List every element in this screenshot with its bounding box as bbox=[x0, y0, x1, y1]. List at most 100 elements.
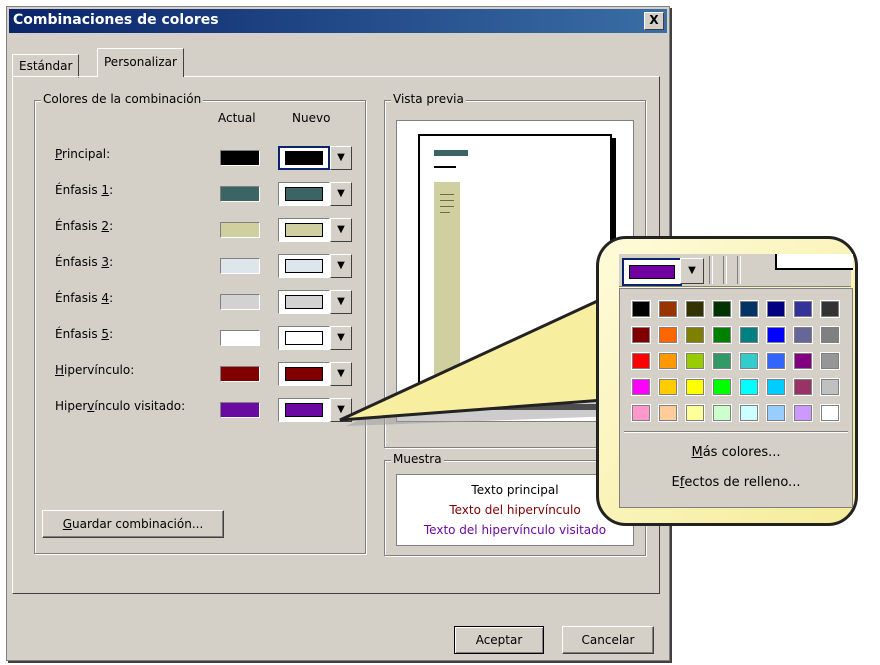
combo-box[interactable] bbox=[278, 398, 330, 422]
current-swatch-accent-4 bbox=[220, 294, 260, 310]
new-color-combo-accent-3[interactable]: ▼ bbox=[278, 254, 352, 278]
palette-color-cell[interactable] bbox=[631, 352, 651, 370]
palette-color-cell[interactable] bbox=[685, 326, 705, 344]
dialog-title: Combinaciones de colores bbox=[13, 12, 219, 28]
more-colors-item[interactable]: Más colores... bbox=[620, 445, 852, 460]
cancel-button[interactable]: Cancelar bbox=[562, 626, 654, 654]
palette-color-cell[interactable] bbox=[658, 300, 678, 318]
palette-color-cell[interactable] bbox=[793, 404, 813, 422]
sample-visited-text: Texto del hipervínculo visitado bbox=[423, 523, 607, 537]
preview-heading-bar bbox=[434, 150, 468, 156]
palette-color-cell[interactable] bbox=[712, 326, 732, 344]
palette-color-cell[interactable] bbox=[658, 352, 678, 370]
new-swatch-accent-4 bbox=[285, 295, 323, 309]
palette-color-cell[interactable] bbox=[739, 300, 759, 318]
dropdown-arrow-icon[interactable]: ▼ bbox=[330, 218, 352, 242]
current-swatch-accent-1 bbox=[220, 186, 260, 202]
new-swatch-accent-3 bbox=[285, 259, 323, 273]
save-scheme-button[interactable]: Guardar combinación... bbox=[42, 510, 224, 538]
preview-text-line bbox=[440, 194, 454, 195]
popup-color-combo[interactable] bbox=[622, 258, 682, 286]
palette-color-cell[interactable] bbox=[820, 378, 840, 396]
dropdown-arrow-icon[interactable]: ▼ bbox=[330, 254, 352, 278]
palette-color-cell[interactable] bbox=[739, 404, 759, 422]
dropdown-arrow-icon[interactable]: ▼ bbox=[330, 326, 352, 350]
toolbar-separator bbox=[723, 256, 727, 284]
palette-color-cell[interactable] bbox=[793, 326, 813, 344]
palette-color-cell[interactable] bbox=[820, 300, 840, 318]
palette-color-cell[interactable] bbox=[712, 352, 732, 370]
palette-color-cell[interactable] bbox=[712, 404, 732, 422]
palette-color-cell[interactable] bbox=[631, 404, 651, 422]
row-label-visited-hyperlink: Hipervínculo visitado: bbox=[55, 399, 186, 413]
new-color-combo-accent-1[interactable]: ▼ bbox=[278, 182, 352, 206]
combo-box[interactable] bbox=[278, 182, 330, 206]
new-swatch-accent-5 bbox=[285, 331, 323, 345]
combo-box[interactable] bbox=[278, 290, 330, 314]
palette-color-cell[interactable] bbox=[793, 300, 813, 318]
palette-color-cell[interactable] bbox=[658, 378, 678, 396]
new-color-combo-visited-hyperlink[interactable]: ▼ bbox=[278, 398, 352, 422]
current-column-header: Actual bbox=[218, 111, 256, 125]
combo-box[interactable] bbox=[278, 218, 330, 242]
dropdown-arrow-icon[interactable]: ▼ bbox=[330, 398, 352, 422]
dropdown-arrow-icon[interactable]: ▼ bbox=[330, 146, 352, 170]
toolbar-separator bbox=[709, 256, 713, 284]
palette-color-cell[interactable] bbox=[739, 352, 759, 370]
preview-text-line bbox=[440, 212, 450, 213]
popup-dropdown-arrow-icon[interactable]: ▼ bbox=[680, 258, 704, 284]
palette-color-cell[interactable] bbox=[820, 404, 840, 422]
combo-box[interactable] bbox=[278, 146, 330, 170]
palette-color-cell[interactable] bbox=[685, 404, 705, 422]
palette-color-cell[interactable] bbox=[820, 326, 840, 344]
title-bar[interactable]: Combinaciones de colores X bbox=[9, 9, 667, 33]
new-color-combo-accent-2[interactable]: ▼ bbox=[278, 218, 352, 242]
new-color-combo-hyperlink[interactable]: ▼ bbox=[278, 362, 352, 386]
palette-color-cell[interactable] bbox=[739, 326, 759, 344]
palette-color-cell[interactable] bbox=[712, 300, 732, 318]
combo-box[interactable] bbox=[278, 326, 330, 350]
palette-color-cell[interactable] bbox=[766, 300, 786, 318]
dropdown-arrow-icon[interactable]: ▼ bbox=[330, 362, 352, 386]
palette-color-cell[interactable] bbox=[766, 352, 786, 370]
fill-effects-item[interactable]: Efectos de relleno... bbox=[620, 475, 852, 490]
new-swatch-visited-hyperlink bbox=[285, 403, 323, 417]
color-picker-popup: ▼ Más colores... Efectos de relleno... bbox=[619, 254, 853, 508]
row-label-principal: Principal: bbox=[55, 147, 111, 161]
combo-box[interactable] bbox=[278, 362, 330, 386]
new-color-combo-accent-5[interactable]: ▼ bbox=[278, 326, 352, 350]
palette-color-cell[interactable] bbox=[766, 378, 786, 396]
ok-button[interactable]: Aceptar bbox=[454, 626, 544, 654]
palette-color-cell[interactable] bbox=[658, 404, 678, 422]
close-button[interactable]: X bbox=[644, 12, 664, 30]
palette-color-cell[interactable] bbox=[631, 326, 651, 344]
tab-customize[interactable]: Personalizar bbox=[97, 48, 184, 77]
palette-color-cell[interactable] bbox=[631, 378, 651, 396]
new-swatch-accent-2 bbox=[285, 223, 323, 237]
palette-color-cell[interactable] bbox=[766, 326, 786, 344]
palette-color-cell[interactable] bbox=[820, 352, 840, 370]
new-color-combo-principal[interactable]: ▼ bbox=[278, 146, 352, 170]
palette-color-cell[interactable] bbox=[766, 404, 786, 422]
palette-color-cell[interactable] bbox=[793, 378, 813, 396]
current-swatch-hyperlink bbox=[220, 366, 260, 382]
palette-color-cell[interactable] bbox=[658, 326, 678, 344]
dropdown-arrow-icon[interactable]: ▼ bbox=[330, 182, 352, 206]
palette-color-cell[interactable] bbox=[685, 300, 705, 318]
current-swatch-accent-2 bbox=[220, 222, 260, 238]
palette-color-cell[interactable] bbox=[685, 378, 705, 396]
palette-color-cell[interactable] bbox=[631, 300, 651, 318]
palette-color-cell[interactable] bbox=[793, 352, 813, 370]
row-label-accent-3: Énfasis 3: bbox=[55, 255, 114, 269]
palette-color-cell[interactable] bbox=[712, 378, 732, 396]
tab-standard[interactable]: Estándar bbox=[12, 54, 80, 78]
row-label-accent-4: Énfasis 4: bbox=[55, 291, 114, 305]
palette-color-cell[interactable] bbox=[685, 352, 705, 370]
popup-selected-swatch bbox=[629, 265, 675, 279]
scheme-colors-legend: Colores de la combinación bbox=[41, 92, 204, 106]
color-palette: Más colores... Efectos de relleno... bbox=[619, 288, 853, 508]
new-color-combo-accent-4[interactable]: ▼ bbox=[278, 290, 352, 314]
dropdown-arrow-icon[interactable]: ▼ bbox=[330, 290, 352, 314]
combo-box[interactable] bbox=[278, 254, 330, 278]
palette-color-cell[interactable] bbox=[739, 378, 759, 396]
